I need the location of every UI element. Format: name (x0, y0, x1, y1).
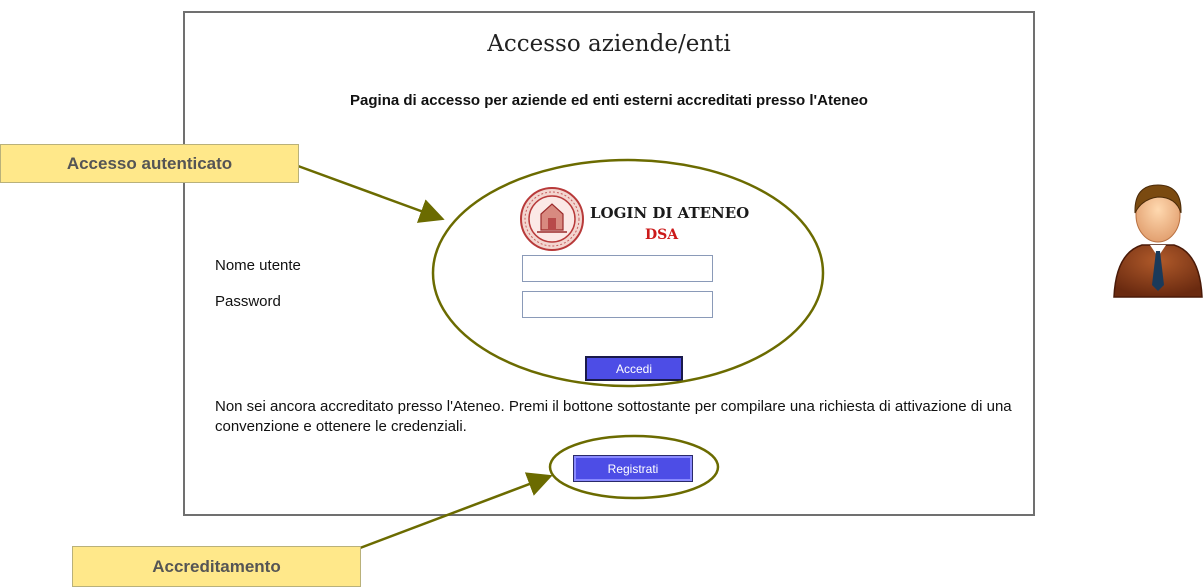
login-button[interactable]: Accedi (585, 356, 683, 381)
login-logo-subtext: DSA (645, 227, 679, 243)
password-input[interactable] (522, 291, 713, 318)
register-button[interactable]: Registrati (573, 455, 693, 482)
registration-notice: Non sei ancora accreditato presso l'Aten… (215, 398, 1012, 435)
user-avatar-icon (1113, 184, 1203, 298)
username-input[interactable] (522, 255, 713, 282)
page-title: Accesso aziende/enti (487, 31, 731, 57)
login-panel: Accesso aziende/enti Pagina di accesso p… (183, 11, 1035, 516)
password-label: Password (215, 293, 281, 310)
login-logo-text: LOGIN DI ATENEO (590, 204, 750, 222)
username-label: Nome utente (215, 257, 301, 274)
accreditation-callout: Accreditamento (72, 546, 361, 587)
page-subtitle: Pagina di accesso per aziende ed enti es… (350, 92, 868, 109)
university-seal-icon (520, 187, 584, 251)
auth-callout: Accesso autenticato (0, 144, 299, 183)
